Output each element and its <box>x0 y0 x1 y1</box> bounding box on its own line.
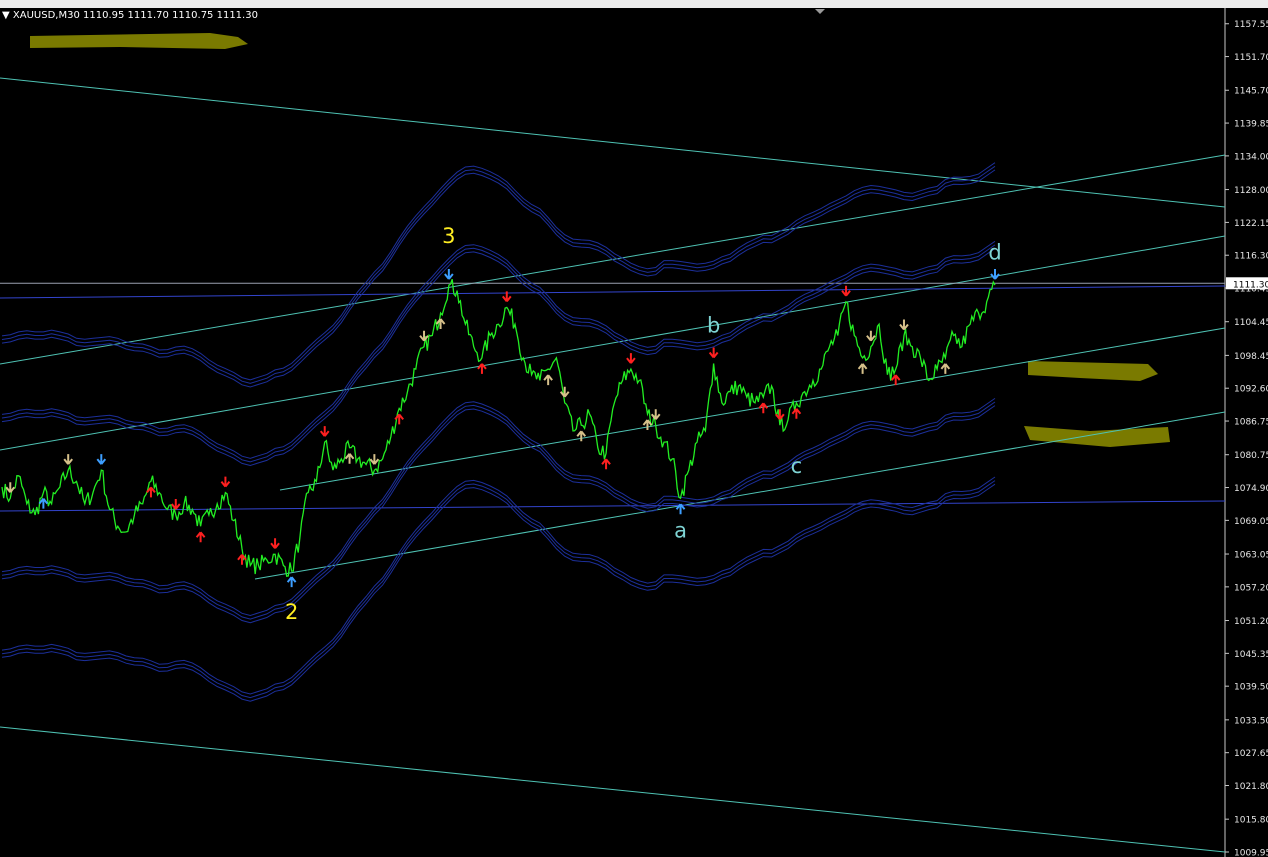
menu-triangle-icon[interactable]: ▼ <box>2 10 10 21</box>
y-tick-label: 1051.20 <box>1234 617 1268 627</box>
chart-background <box>0 0 1268 857</box>
y-tick-label: 1033.50 <box>1234 716 1268 726</box>
y-tick-label: 1069.05 <box>1234 517 1268 527</box>
y-tick-label: 1092.60 <box>1234 385 1268 395</box>
y-tick-label: 1151.70 <box>1234 53 1268 63</box>
wave-label: d <box>988 241 1001 265</box>
y-tick-label: 1027.65 <box>1234 749 1268 759</box>
y-tick-label: 1104.45 <box>1234 318 1268 328</box>
y-tick-label: 1086.75 <box>1234 418 1268 428</box>
y-tick-label: 1021.80 <box>1234 782 1268 792</box>
top-toolbar-strip <box>0 0 1268 8</box>
y-tick-label: 1074.90 <box>1234 484 1268 494</box>
y-tick-label: 1122.15 <box>1234 219 1268 229</box>
symbol-label: XAUUSD,M30 <box>12 10 80 21</box>
wave-label: c <box>791 454 803 478</box>
chart-header: ▼ XAUUSD,M30 1110.95 1111.70 1110.75 111… <box>2 10 258 21</box>
quote-label: 1110.95 1111.70 1110.75 1111.30 <box>83 10 258 21</box>
wave-label: 2 <box>285 600 298 624</box>
y-tick-label: 1098.45 <box>1234 352 1268 362</box>
y-tick-label: 1134.00 <box>1234 152 1268 162</box>
y-tick-label: 1057.20 <box>1234 583 1268 593</box>
wave-label: 3 <box>442 224 455 248</box>
y-tick-label: 1080.75 <box>1234 451 1268 461</box>
wave-label: a <box>674 518 687 542</box>
y-tick-label: 1157.55 <box>1234 20 1268 30</box>
y-tick-label: 1009.95 <box>1234 849 1268 857</box>
wave-label: b <box>707 314 720 338</box>
price-scale <box>1225 8 1268 857</box>
y-tick-label: 1139.85 <box>1234 120 1268 130</box>
y-tick-label: 1116.30 <box>1234 252 1268 262</box>
y-tick-label: 1045.35 <box>1234 650 1268 660</box>
y-tick-label: 1063.05 <box>1234 551 1268 561</box>
y-tick-label: 1039.50 <box>1234 683 1268 693</box>
y-tick-label: 1128.00 <box>1234 186 1268 196</box>
y-tick-label: 1145.70 <box>1234 87 1268 97</box>
current-price-label: 1111.30 <box>1233 280 1268 290</box>
y-tick-label: 1015.80 <box>1234 816 1268 826</box>
price-chart[interactable]: 1157.55 1151.70 1145.70 1139.85 1134.00 1128.… <box>0 0 1268 857</box>
